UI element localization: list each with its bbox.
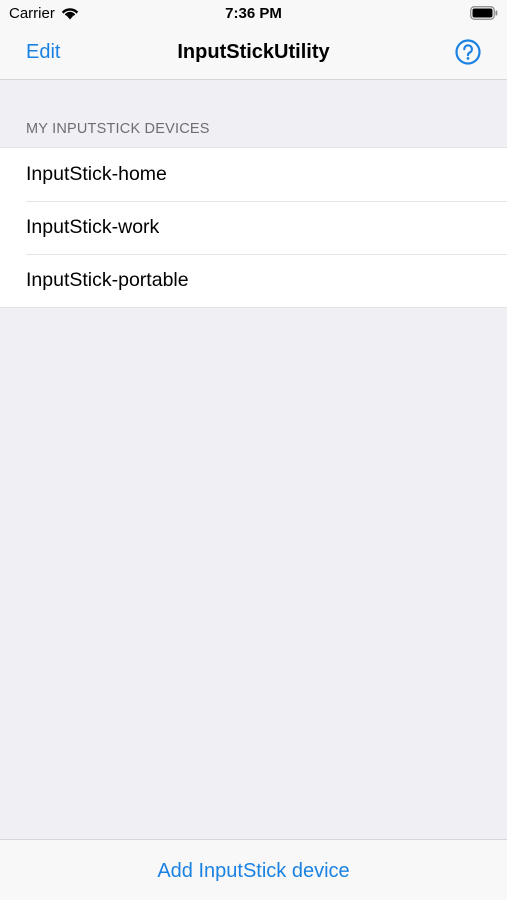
navigation-bar: Edit InputStickUtility [0,28,507,80]
app-screen: Carrier 7:36 PM Edit InputStickUtility M… [0,0,507,900]
device-name: InputStick-home [26,163,167,185]
device-name: InputStick-work [26,216,160,238]
status-bar: Carrier 7:36 PM [0,0,507,28]
status-time: 7:36 PM [225,5,282,22]
devices-section-header: MY INPUTSTICK DEVICES [26,121,210,137]
device-name: InputStick-portable [26,269,189,291]
battery-icon [470,6,498,20]
device-list: InputStick-home InputStick-work InputSti… [0,147,507,308]
device-list-item[interactable]: InputStick-portable [0,254,507,307]
question-circle-icon[interactable] [455,39,481,65]
device-list-item[interactable]: InputStick-home [0,148,507,201]
device-list-item[interactable]: InputStick-work [0,201,507,254]
add-device-button[interactable]: Add InputStick device [0,860,507,883]
page-title: InputStickUtility [177,41,330,63]
bottom-toolbar: Add InputStick device [0,839,507,900]
